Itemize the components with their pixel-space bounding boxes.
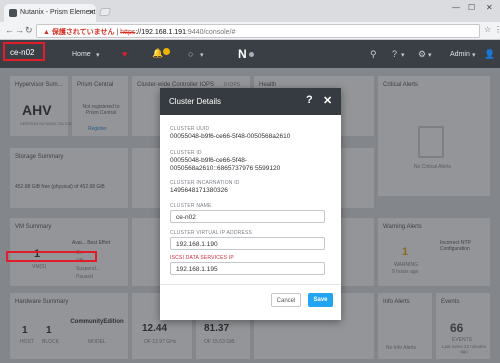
- user-icon[interactable]: 👤: [484, 49, 495, 60]
- cluster-id-label: CLUSTER ID: [170, 150, 202, 156]
- dialog-header: Cluster Details ? ✕: [160, 88, 341, 115]
- chevron-down-icon: ▾: [200, 52, 204, 59]
- nav-home[interactable]: Home: [72, 51, 91, 58]
- uuid-label: CLUSTER UUID: [170, 126, 210, 132]
- url-scheme: https: [120, 29, 136, 36]
- gear-icon[interactable]: ⚙: [418, 49, 426, 60]
- menu-icon[interactable]: ⋮: [494, 25, 500, 34]
- browser-tab[interactable]: Nutanix - Prism Element ✕: [4, 4, 96, 22]
- nutanix-logo: N: [238, 47, 247, 61]
- chevron-down-icon: ▾: [96, 52, 100, 59]
- url-path: :9440/console/#: [185, 29, 236, 36]
- tab-title: Nutanix - Prism Element: [20, 9, 96, 16]
- help-icon[interactable]: ?: [306, 94, 313, 106]
- maximize-icon[interactable]: ☐: [468, 3, 475, 12]
- iscsi-ip-input[interactable]: 192.168.1.195: [170, 262, 325, 275]
- forward-icon[interactable]: →: [15, 25, 24, 35]
- task-icon[interactable]: ○: [188, 49, 193, 59]
- cluster-name-highlight[interactable]: ce-n02: [3, 42, 45, 61]
- cluster-name-label: CLUSTER NAME: [170, 203, 212, 209]
- user-menu[interactable]: Admin: [450, 51, 470, 58]
- reload-icon[interactable]: ↻: [25, 25, 33, 36]
- cluster-id-value-line1: 00055048-b9f6-ce66-5f48-: [170, 157, 247, 164]
- search-icon[interactable]: ⚲: [370, 49, 377, 60]
- dialog-divider: [160, 284, 341, 285]
- star-icon[interactable]: ☆: [484, 25, 491, 34]
- bell-icon[interactable]: 🔔: [152, 48, 163, 59]
- chevron-down-icon: ▾: [401, 52, 405, 59]
- cluster-name: ce-n02: [10, 48, 35, 57]
- alert-dot: [163, 48, 170, 55]
- cluster-name-input[interactable]: ce-n02: [170, 210, 325, 223]
- heart-icon[interactable]: ♥: [122, 49, 127, 59]
- virtual-ip-input[interactable]: 192.168.1.190: [170, 237, 325, 250]
- virtual-ip-label: CLUSTER VIRTUAL IP ADDRESS: [170, 230, 253, 236]
- save-button[interactable]: Save: [308, 293, 333, 307]
- incarnation-label: CLUSTER INCARNATION ID: [170, 180, 240, 186]
- cluster-details-dialog: Cluster Details ? ✕ CLUSTER UUID 0005504…: [160, 88, 341, 320]
- address-bar-row: ← → ↻ ▲ 保護されていません | https://192.168.1.19…: [0, 22, 500, 40]
- chevron-down-icon: ▾: [428, 52, 432, 59]
- not-secure-warning: ▲ 保護されていません: [43, 29, 115, 36]
- dialog-title: Cluster Details: [169, 97, 222, 106]
- tab-close-icon[interactable]: ✕: [88, 8, 95, 17]
- help-icon[interactable]: ?: [392, 49, 397, 59]
- cluster-id-value-line2: 0050568a2610::6865737976 5599120: [170, 165, 281, 172]
- iscsi-ip-label: ISCSI DATA SERVICES IP: [170, 255, 234, 261]
- incarnation-value: 1495648171380326: [170, 187, 228, 194]
- window-close-icon[interactable]: ✕: [486, 3, 493, 12]
- minimize-icon[interactable]: —: [452, 3, 460, 12]
- nutanix-favicon-icon: [9, 9, 17, 17]
- prism-header: Home ▾ ♥ 🔔 ○ ▾ N ⚲ ? ▾ ⚙ ▾ Admin ▾ 👤: [0, 40, 500, 68]
- uuid-value: 00055048-b9f6-ce66-5f48-0050568a2610: [170, 133, 291, 140]
- back-icon[interactable]: ←: [5, 25, 14, 35]
- url-field[interactable]: ▲ 保護されていません | https://192.168.1.191:9440…: [36, 24, 480, 38]
- chevron-down-icon: ▾: [472, 52, 476, 59]
- new-tab-button[interactable]: [98, 8, 112, 16]
- url-host: ://192.168.1.191: [135, 29, 186, 36]
- logo-dot: [249, 52, 254, 57]
- close-icon[interactable]: ✕: [323, 94, 332, 107]
- browser-tab-bar: Nutanix - Prism Element ✕ — ☐ ✕: [0, 0, 500, 22]
- cancel-button[interactable]: Cancel: [271, 293, 301, 307]
- iscsi-highlight-box: [6, 251, 97, 262]
